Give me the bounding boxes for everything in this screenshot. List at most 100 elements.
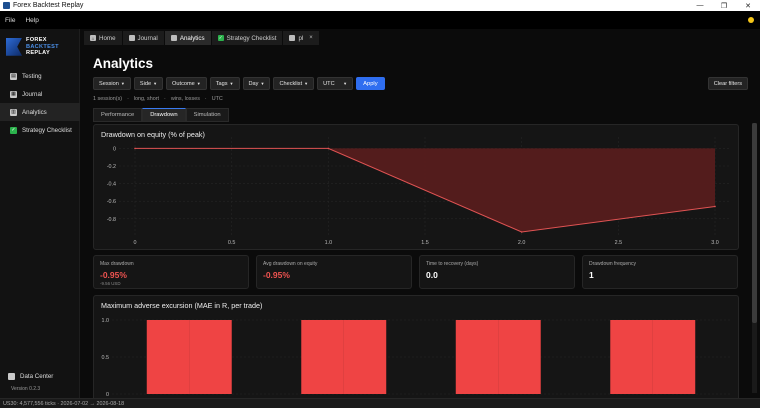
version-label: Version 0.2.3 — [11, 386, 41, 392]
sidebar-item-label: Journal — [22, 90, 43, 98]
metric-value: -0.95% — [263, 270, 290, 280]
metric-max-drawdown: Max drawdown -0.95% -9.56 USD — [93, 255, 249, 289]
home-icon: ⌂ — [90, 35, 96, 41]
y-tick-label: -0.2 — [107, 164, 116, 170]
sidebar-item-label: Testing — [22, 72, 42, 80]
mae-chart: 1.00.50 — [102, 318, 730, 398]
timezone-select[interactable]: UTC ▼ — [317, 77, 354, 90]
clear-filters-button[interactable]: Clear filters — [707, 77, 748, 90]
summary-timezone: UTC — [211, 96, 223, 102]
metric-value: -0.95% — [100, 270, 127, 280]
tab-label: pl — [298, 34, 304, 42]
drawdown-point — [327, 147, 330, 150]
subtab-performance[interactable]: Performance — [93, 108, 143, 122]
tab-bar: ⌂ Home Journal Analytics ✓ Strategy Chec… — [84, 31, 760, 45]
content-scrollbar[interactable] — [752, 123, 757, 393]
y-tick-label: -0.8 — [107, 217, 116, 223]
checklist-icon: ✓ — [10, 126, 17, 134]
scrollbar-thumb[interactable] — [752, 123, 757, 323]
checklist-icon: ✓ — [217, 35, 224, 41]
sidebar-item-label: Data Center — [20, 372, 54, 380]
logo-icon — [6, 37, 22, 56]
metric-label: Avg drawdown on equity — [263, 261, 318, 267]
filter-outcome-button[interactable]: Outcome ▼ — [166, 77, 207, 90]
maximize-button[interactable]: ❐ — [712, 2, 736, 10]
filter-tags-button[interactable]: Tags ▼ — [209, 77, 240, 90]
x-tick-label: 0.5 — [228, 240, 236, 246]
tab-home[interactable]: ⌂ Home — [84, 31, 123, 45]
x-tick-label: 1.0 — [325, 240, 333, 246]
sidebar-item-label: Analytics — [22, 108, 47, 116]
caret-down-icon: ▼ — [343, 81, 348, 86]
filter-label: Side — [139, 80, 152, 87]
chart-icon: ▤ — [10, 72, 17, 80]
app-logo: FOREX BACKTEST REPLAY — [6, 37, 59, 57]
journal-icon: ▦ — [10, 90, 17, 98]
y-tick-label: -0.6 — [107, 199, 116, 205]
status-indicator[interactable] — [748, 17, 754, 23]
y-tick-label: 0.5 — [102, 355, 110, 361]
sidebar-nav: ▤ Testing ▦ Journal ▥ Analytics ✓ Strate… — [0, 67, 80, 139]
analytics-subtabs: Performance Drawdown Simulation — [93, 108, 229, 122]
apply-button[interactable]: Apply — [356, 77, 385, 90]
subtab-drawdown[interactable]: Drawdown — [142, 108, 186, 122]
close-button[interactable]: ✕ — [736, 2, 760, 10]
tab-label: Strategy Checklist — [226, 34, 277, 42]
summary-separator: · — [127, 96, 129, 102]
metric-drawdown-frequency: Drawdown frequency 1 — [582, 255, 738, 289]
database-icon — [8, 372, 15, 380]
analytics-icon: ▥ — [10, 108, 17, 116]
menu-file[interactable]: File — [0, 17, 20, 24]
y-tick-label: -0.4 — [107, 182, 116, 188]
close-icon[interactable]: × — [309, 35, 313, 41]
sidebar-item-data-center[interactable]: Data Center — [0, 369, 80, 383]
caret-down-icon: ▼ — [229, 81, 234, 86]
tab-analytics[interactable]: Analytics — [164, 31, 212, 45]
x-tick-label: 2.0 — [518, 240, 526, 246]
caret-down-icon: ▼ — [304, 81, 309, 86]
metric-label: Drawdown frequency — [589, 261, 636, 267]
tab-label: Journal — [137, 34, 158, 42]
logo-text: FOREX BACKTEST REPLAY — [26, 37, 59, 57]
tab-strategy-checklist[interactable]: ✓ Strategy Checklist — [211, 31, 284, 45]
drawdown-point — [714, 205, 716, 208]
window-controls: — ❐ ✕ — [688, 2, 760, 10]
caret-down-icon: ▼ — [260, 81, 265, 86]
mae-chart-card: Maximum adverse excursion (MAE in R, per… — [93, 295, 739, 398]
filter-checklist-button[interactable]: Checklist ▼ — [273, 77, 315, 90]
sidebar-item-analytics[interactable]: ▥ Analytics — [0, 103, 80, 121]
filter-label: Tags — [215, 80, 228, 87]
drawdown-chart-card: Drawdown on equity (% of peak) 0 -0.2 -0.4… — [93, 124, 739, 250]
page-title: Analytics — [93, 56, 154, 71]
sidebar-footer: Data Center Version 0.2.3 — [0, 369, 80, 398]
filter-label: Outcome — [172, 80, 195, 87]
x-tick-label: 2.5 — [615, 240, 623, 246]
metric-label: Time to recovery (days) — [426, 261, 479, 267]
tab-label: Analytics — [179, 34, 205, 42]
minimize-button[interactable]: — — [688, 2, 712, 10]
timezone-value: UTC — [323, 80, 335, 87]
menu-help[interactable]: Help — [20, 17, 43, 24]
metric-time-to-recovery: Time to recovery (days) 0.0 — [419, 255, 575, 289]
metric-value: 1 — [589, 270, 594, 280]
status-bar: US30: 4,577,556 ticks · 2026-07-02 → 202… — [0, 398, 760, 408]
filter-day-button[interactable]: Day ▼ — [242, 77, 271, 90]
tab-journal[interactable]: Journal — [122, 31, 165, 45]
subtab-simulation[interactable]: Simulation — [185, 108, 229, 122]
sidebar-item-strategy-checklist[interactable]: ✓ Strategy Checklist — [0, 121, 80, 139]
sidebar-item-journal[interactable]: ▦ Journal — [0, 85, 80, 103]
x-tick-label: 1.5 — [421, 240, 429, 246]
window-title: Forex Backtest Replay — [13, 2, 84, 9]
sidebar-item-testing[interactable]: ▤ Testing — [0, 67, 80, 85]
sidebar-item-label: Strategy Checklist — [22, 126, 72, 134]
filter-session-button[interactable]: Session ▼ — [93, 77, 131, 90]
x-tick-label: 3.0 — [711, 240, 719, 246]
filter-side-button[interactable]: Side ▼ — [133, 77, 164, 90]
journal-icon — [128, 35, 135, 41]
summary-sides: long, short — [133, 96, 160, 102]
sidebar: FOREX BACKTEST REPLAY ▤ Testing ▦ Journa… — [0, 29, 80, 398]
tab-pl[interactable]: pl × — [283, 31, 320, 45]
metric-avg-drawdown: Avg drawdown on equity -0.95% — [256, 255, 412, 289]
app-icon — [3, 2, 10, 9]
filter-label: Day — [248, 80, 259, 87]
